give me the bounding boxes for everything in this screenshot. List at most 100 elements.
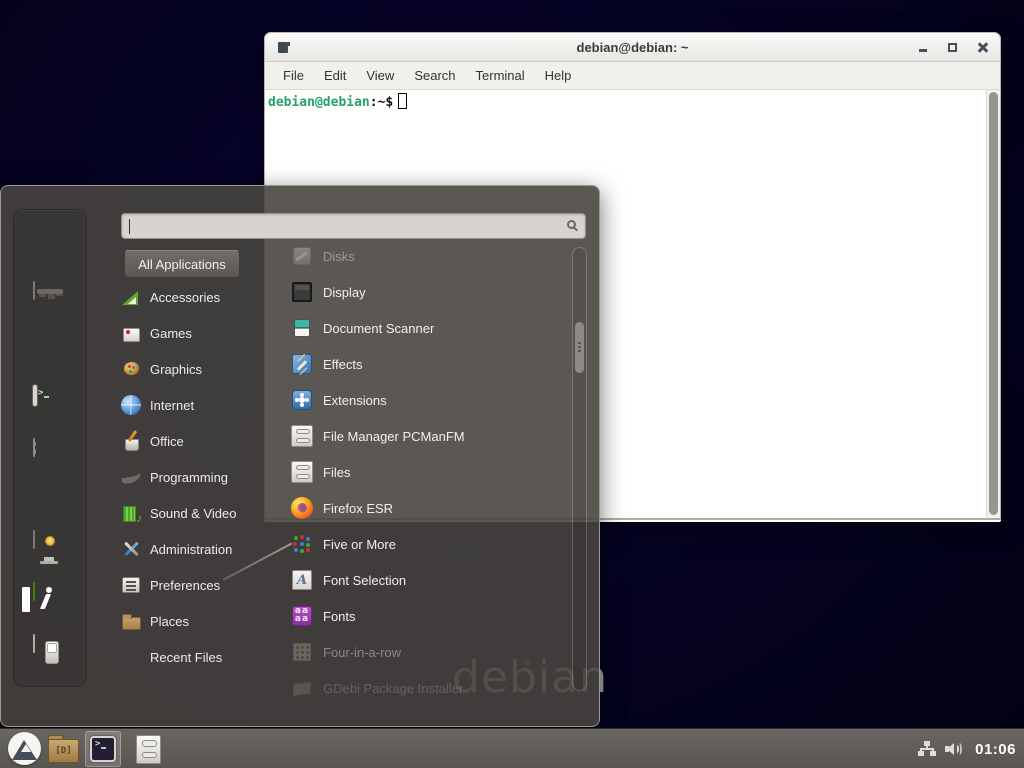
places-icon <box>121 611 141 631</box>
app-label: Four-in-a-row <box>323 645 401 660</box>
lock-screen-icon <box>33 530 35 549</box>
file-cabinet-icon <box>291 425 313 447</box>
shutdown-button[interactable] <box>33 635 67 669</box>
favorite-firefox[interactable] <box>33 230 67 264</box>
scrollbar-grip <box>578 342 581 344</box>
games-icon <box>121 323 141 343</box>
app-label: File Manager PCManFM <box>323 429 465 444</box>
menu-search[interactable]: Search <box>404 64 465 87</box>
app-list-scrollbar-thumb[interactable] <box>575 322 584 373</box>
app-row-disks[interactable]: Disks <box>291 238 561 274</box>
category-label: Games <box>150 326 192 341</box>
menu-terminal[interactable]: Terminal <box>466 64 535 87</box>
app-row-fonts[interactable]: Fonts <box>291 598 561 634</box>
app-row-effects[interactable]: Effects <box>291 346 561 382</box>
software-icon <box>33 281 35 300</box>
application-list: Disks Display Document Scanner Effects E… <box>291 238 561 706</box>
search-box <box>121 213 586 239</box>
terminal-task-button[interactable] <box>85 731 121 767</box>
favorite-terminal[interactable] <box>33 387 67 421</box>
menu-view[interactable]: View <box>356 64 404 87</box>
favorite-pidgin[interactable] <box>33 335 67 369</box>
category-administration[interactable]: Administration <box>121 531 271 567</box>
app-label: Display <box>323 285 366 300</box>
minimize-button[interactable] <box>919 49 927 52</box>
network-icon[interactable] <box>918 741 936 758</box>
app-list-scrollbar-track[interactable] <box>572 247 587 691</box>
app-row-document-scanner[interactable]: Document Scanner <box>291 310 561 346</box>
category-sound-video[interactable]: Sound & Video <box>121 495 271 531</box>
programming-icon <box>121 467 141 487</box>
disks-icon <box>291 245 313 267</box>
category-accessories[interactable]: Accessories <box>121 279 271 315</box>
clock[interactable]: 01:06 <box>975 741 1016 758</box>
administration-icon <box>121 539 141 559</box>
scanner-icon <box>291 317 313 339</box>
taskbar: 01:06 <box>0 728 1024 768</box>
file-cabinet-button[interactable] <box>136 735 161 764</box>
file-cabinet-icon <box>33 438 35 457</box>
app-label: Fonts <box>323 609 356 624</box>
app-label: Effects <box>323 357 363 372</box>
category-label: Recent Files <box>150 650 222 665</box>
lock-screen-button[interactable] <box>33 531 67 565</box>
category-places[interactable]: Places <box>121 603 271 639</box>
category-games[interactable]: Games <box>121 315 271 351</box>
category-label: Accessories <box>150 290 220 305</box>
monitor-base <box>40 561 58 564</box>
all-applications-button[interactable]: All Applications <box>124 250 240 278</box>
menu-edit[interactable]: Edit <box>314 64 356 87</box>
file-cabinet-icon <box>291 461 313 483</box>
maximize-button[interactable] <box>948 43 957 52</box>
app-row-five-or-more[interactable]: Five or More <box>291 526 561 562</box>
app-row-firefox-esr[interactable]: Firefox ESR <box>291 490 561 526</box>
app-row-files[interactable]: Files <box>291 454 561 490</box>
logout-button[interactable] <box>33 583 67 617</box>
app-label: Files <box>323 465 350 480</box>
search-input[interactable] <box>122 214 585 238</box>
terminal-window-icon <box>278 42 288 53</box>
category-programming[interactable]: Programming <box>121 459 271 495</box>
terminal-cursor <box>398 93 407 109</box>
category-label: Administration <box>150 542 232 557</box>
terminal-icon <box>90 736 116 762</box>
office-icon <box>121 431 141 451</box>
app-row-pcmanfm[interactable]: File Manager PCManFM <box>291 418 561 454</box>
app-label: Document Scanner <box>323 321 434 336</box>
category-preferences[interactable]: Preferences <box>121 567 271 603</box>
prompt-user-host: debian@debian <box>268 95 370 110</box>
favorite-software[interactable] <box>33 282 67 316</box>
app-label: Firefox ESR <box>323 501 393 516</box>
app-row-display[interactable]: Display <box>291 274 561 310</box>
category-internet[interactable]: Internet <box>121 387 271 423</box>
app-label: GDebi Package Installer <box>323 681 463 696</box>
category-graphics[interactable]: Graphics <box>121 351 271 387</box>
app-row-extensions[interactable]: Extensions <box>291 382 561 418</box>
app-row-gdebi[interactable]: GDebi Package Installer <box>291 670 561 706</box>
app-row-font-selection[interactable]: Font Selection <box>291 562 561 598</box>
search-icon <box>567 220 576 229</box>
category-recent-files[interactable]: Recent Files <box>121 639 271 675</box>
category-list: Accessories Games Graphics Internet Offi… <box>121 279 271 675</box>
volume-icon[interactable] <box>945 741 964 757</box>
file-manager-folder-button[interactable] <box>48 739 79 763</box>
app-row-four-in-a-row[interactable]: Four-in-a-row <box>291 634 561 670</box>
category-label: Programming <box>150 470 228 485</box>
five-or-more-icon <box>291 533 313 555</box>
menu-launcher-button[interactable] <box>8 732 41 765</box>
app-label: Extensions <box>323 393 387 408</box>
category-label: Preferences <box>150 578 220 593</box>
prompt-path: :~$ <box>370 95 393 110</box>
category-office[interactable]: Office <box>121 423 271 459</box>
text-caret <box>129 219 130 234</box>
menu-file[interactable]: File <box>273 64 314 87</box>
favorite-file-manager[interactable] <box>33 439 67 473</box>
close-button[interactable] <box>978 42 988 52</box>
category-label: Graphics <box>150 362 202 377</box>
terminal-titlebar[interactable]: debian@debian: ~ <box>264 32 1001 62</box>
menu-help[interactable]: Help <box>535 64 582 87</box>
extensions-icon <box>291 389 313 411</box>
terminal-title: debian@debian: ~ <box>577 40 689 55</box>
terminal-scrollbar-track[interactable] <box>986 90 1000 518</box>
terminal-scrollbar-thumb[interactable] <box>989 92 998 515</box>
